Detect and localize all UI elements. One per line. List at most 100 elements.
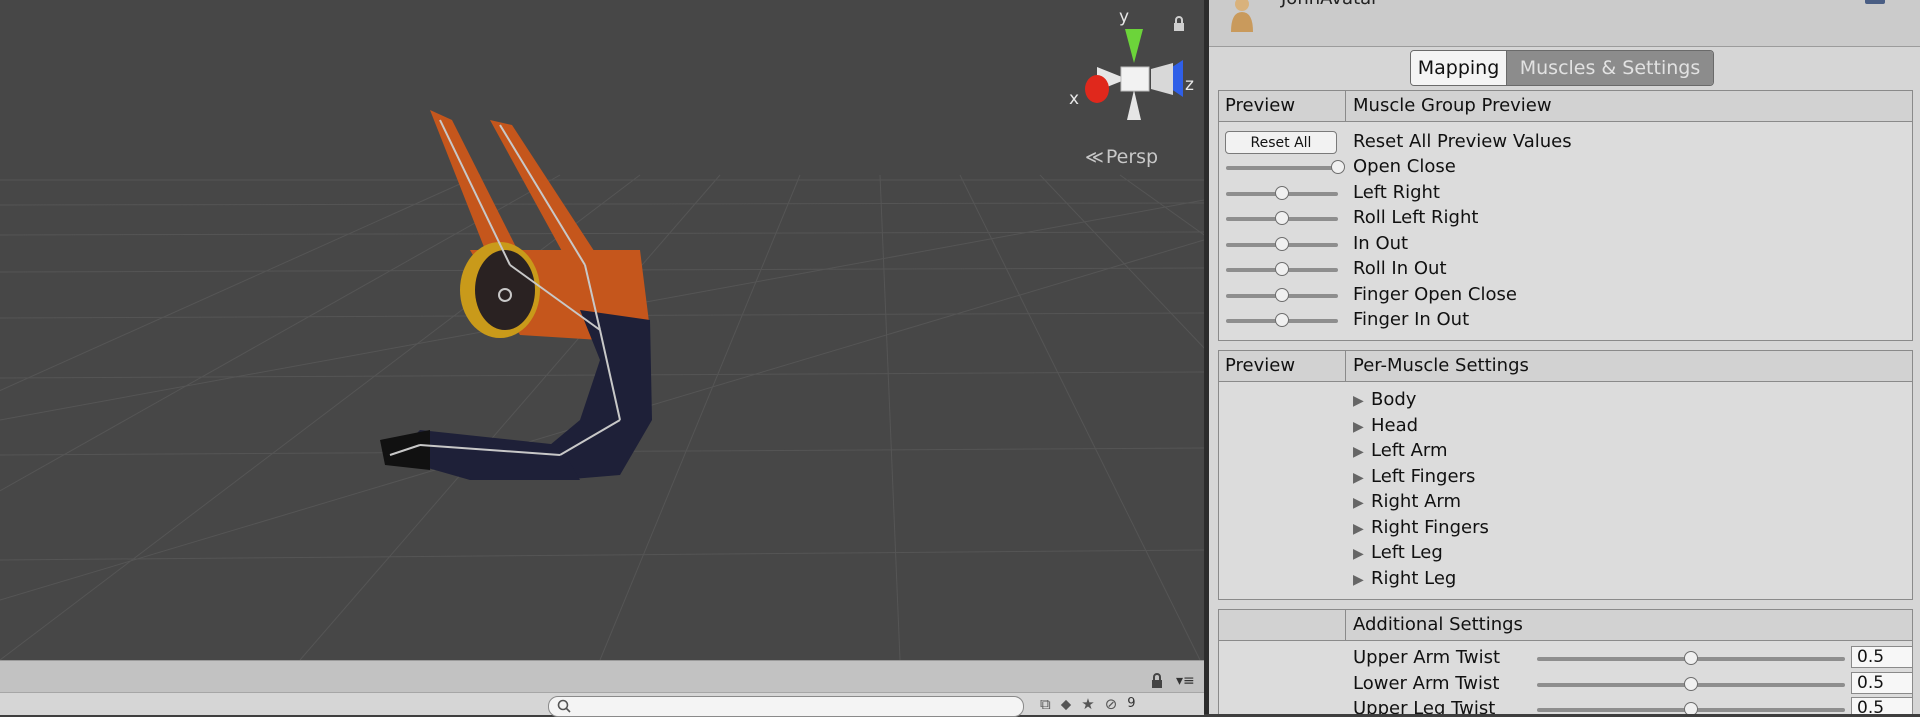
foldout-label: Right Fingers — [1371, 516, 1489, 538]
gizmo-z-label: z — [1185, 75, 1194, 95]
preview-slider[interactable] — [1226, 236, 1338, 251]
gizmo-x-label: x — [1069, 89, 1080, 109]
section-title: Additional Settings — [1353, 614, 1523, 635]
slider-handle[interactable] — [1684, 676, 1698, 691]
axis-gizmo-icon — [1085, 29, 1183, 120]
section-title: Muscle Group Preview — [1353, 95, 1552, 116]
slider-label: Roll Left Right — [1353, 207, 1479, 228]
foldout-label: Left Arm — [1371, 440, 1448, 461]
foldout-label: Right Leg — [1371, 567, 1457, 589]
hierarchy-toolbar: ⧉ ⬥ ★ ⊘ 9 — [0, 692, 1204, 717]
preview-slider[interactable] — [1226, 160, 1345, 174]
panel-menu-icon[interactable]: ▾≡ — [1176, 673, 1195, 689]
expand-arrow-icon[interactable]: ▶ — [1353, 440, 1371, 465]
muscle-group-foldout[interactable]: ▶ Left Fingers — [1353, 464, 1475, 489]
slider-handle[interactable] — [1275, 287, 1289, 302]
setting-label: Upper Arm Twist — [1353, 647, 1501, 668]
additional-setting-row: Lower Arm Twist 0.5 — [1219, 671, 1913, 696]
setting-slider[interactable] — [1537, 676, 1845, 691]
character-model[interactable] — [380, 110, 652, 480]
preview-slider[interactable] — [1226, 262, 1338, 276]
setting-value-field[interactable]: 0.5 — [1851, 697, 1913, 714]
slider-handle[interactable] — [1331, 160, 1345, 174]
slider-label: Finger In Out — [1353, 309, 1470, 330]
preview-slider-row: Left Right — [1219, 180, 1912, 205]
asset-name: JohnAvatar — [1281, 0, 1379, 9]
filter-type-icon[interactable]: ⧉ — [1040, 695, 1051, 713]
tab-mapping[interactable]: Mapping — [1411, 51, 1507, 85]
muscle-group-foldout[interactable]: ▶ Right Arm — [1353, 489, 1461, 514]
preview-slider-row: Roll Left Right — [1219, 205, 1912, 230]
muscle-group-preview-section: Preview Muscle Group Preview Reset All R… — [1218, 90, 1913, 341]
setting-slider[interactable] — [1537, 651, 1845, 665]
favorites-star-icon[interactable]: ★ — [1081, 695, 1094, 713]
lock-icon[interactable] — [1150, 673, 1164, 689]
slider-handle[interactable] — [1275, 262, 1289, 276]
tab-muscles-settings[interactable]: Muscles & Settings — [1507, 51, 1713, 85]
slider-handle[interactable] — [1275, 185, 1289, 200]
slider-handle[interactable] — [1684, 702, 1698, 714]
preview-slider-row: Finger In Out — [1219, 307, 1912, 332]
expand-arrow-icon[interactable]: ▶ — [1353, 491, 1371, 516]
foldout-label: Right Arm — [1371, 491, 1462, 512]
additional-settings-section: Additional Settings Upper Arm Twist 0.5 Lo… — [1218, 609, 1913, 714]
projection-label: Persp — [1105, 146, 1159, 168]
avatar-icon — [1231, 0, 1253, 32]
expand-arrow-icon[interactable]: ▶ — [1353, 415, 1371, 440]
slider-label: Roll In Out — [1353, 258, 1447, 279]
muscle-group-foldout[interactable]: ▶ Right Fingers — [1353, 515, 1489, 540]
section-header: Additional Settings — [1219, 610, 1912, 641]
expand-arrow-icon[interactable]: ▶ — [1353, 466, 1371, 491]
muscle-group-foldout[interactable]: ▶ Right Leg — [1353, 566, 1456, 591]
slider-handle[interactable] — [1684, 651, 1698, 665]
object-icon — [1865, 0, 1885, 4]
setting-label: Upper Leg Twist — [1353, 698, 1496, 714]
slider-label: Finger Open Close — [1353, 283, 1517, 305]
muscle-group-foldout[interactable]: ▶ Body — [1353, 387, 1416, 412]
setting-slider[interactable] — [1537, 702, 1845, 714]
label-filter-icon[interactable]: ⬥ — [1061, 695, 1072, 713]
muscle-group-foldout[interactable]: ▶ Head — [1353, 413, 1418, 438]
foldout-label: Head — [1371, 414, 1419, 436]
preview-slider[interactable] — [1226, 211, 1338, 225]
projection-toggle[interactable]: ≪ Persp — [1085, 146, 1158, 168]
foldout-label: Left Leg — [1371, 542, 1443, 563]
scene-view[interactable]: y z x ≪ Persp — [0, 0, 1204, 660]
setting-value-field[interactable]: 0.5 — [1851, 671, 1913, 694]
expand-arrow-icon[interactable]: ▶ — [1353, 517, 1371, 542]
section-header: Preview Per-Muscle Settings — [1219, 351, 1912, 382]
preview-slider-row: Roll In Out — [1219, 256, 1912, 281]
additional-setting-row: Upper Arm Twist 0.5 — [1219, 645, 1913, 670]
hidden-objects-icon[interactable]: ⊘ — [1105, 695, 1118, 713]
reset-all-button[interactable]: Reset All — [1225, 131, 1337, 154]
preview-slider[interactable] — [1226, 185, 1338, 200]
perspective-icon: ≪ — [1085, 147, 1104, 168]
inspector-panel: JohnAvatar Mapping Muscles & Settings Pr… — [1209, 0, 1920, 714]
muscle-group-foldout[interactable]: ▶ Left Arm — [1353, 438, 1448, 463]
reset-label: Reset All Preview Values — [1353, 131, 1572, 152]
slider-handle[interactable] — [1275, 211, 1289, 225]
hidden-count: 9 — [1127, 696, 1136, 711]
muscle-group-foldout[interactable]: ▶ Left Leg — [1353, 540, 1443, 565]
preview-slider-row: Open Close — [1219, 154, 1912, 179]
preview-slider[interactable] — [1226, 287, 1338, 302]
expand-arrow-icon[interactable]: ▶ — [1353, 389, 1371, 414]
avatar-tabs: Mapping Muscles & Settings — [1410, 50, 1714, 86]
reset-row: Reset All Reset All Preview Values — [1219, 129, 1912, 154]
expand-arrow-icon[interactable]: ▶ — [1353, 568, 1371, 593]
search-icon — [557, 699, 571, 713]
preview-slider[interactable] — [1226, 313, 1338, 327]
preview-slider-row: Finger Open Close — [1219, 282, 1912, 307]
preview-column-header: Preview — [1219, 91, 1346, 121]
preview-slider-row: In Out — [1219, 231, 1912, 256]
slider-label: Open Close — [1353, 156, 1456, 177]
section-title: Per-Muscle Settings — [1353, 355, 1529, 376]
preview-column-header — [1219, 610, 1346, 640]
section-header: Preview Muscle Group Preview — [1219, 91, 1912, 122]
scene-grid — [0, 110, 1204, 660]
slider-handle[interactable] — [1275, 313, 1289, 327]
slider-handle[interactable] — [1275, 236, 1289, 251]
expand-arrow-icon[interactable]: ▶ — [1353, 542, 1371, 567]
orientation-gizmo[interactable]: y z x — [1055, 5, 1204, 135]
setting-value-field[interactable]: 0.5 — [1851, 646, 1913, 668]
